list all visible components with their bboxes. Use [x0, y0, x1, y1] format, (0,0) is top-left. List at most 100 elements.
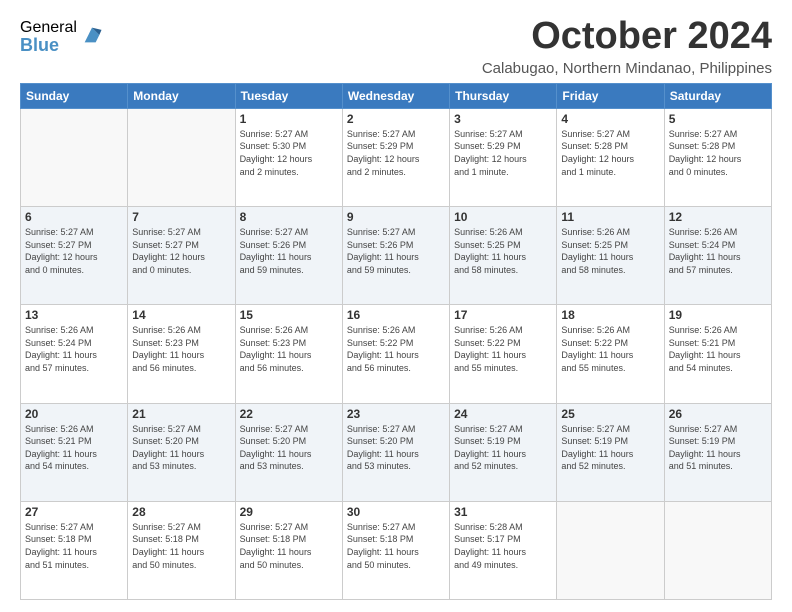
day-number: 31: [454, 505, 552, 519]
day-number: 15: [240, 308, 338, 322]
calendar-day-cell: 27 Sunrise: 5:27 AM Sunset: 5:18 PM Dayli…: [21, 501, 128, 599]
day-info: Sunrise: 5:26 AM Sunset: 5:22 PM Dayligh…: [347, 324, 445, 374]
calendar-day-cell: 22 Sunrise: 5:27 AM Sunset: 5:20 PM Dayli…: [235, 403, 342, 501]
calendar-day-cell: 7 Sunrise: 5:27 AM Sunset: 5:27 PM Daylig…: [128, 207, 235, 305]
calendar-table: SundayMondayTuesdayWednesdayThursdayFrid…: [20, 83, 772, 600]
logo-icon: [81, 24, 103, 46]
day-info: Sunrise: 5:26 AM Sunset: 5:23 PM Dayligh…: [240, 324, 338, 374]
weekday-header-friday: Friday: [557, 83, 664, 108]
day-info: Sunrise: 5:27 AM Sunset: 5:19 PM Dayligh…: [669, 423, 767, 473]
calendar-day-cell: 30 Sunrise: 5:27 AM Sunset: 5:18 PM Dayli…: [342, 501, 449, 599]
weekday-header-wednesday: Wednesday: [342, 83, 449, 108]
calendar-day-cell: 21 Sunrise: 5:27 AM Sunset: 5:20 PM Dayli…: [128, 403, 235, 501]
day-info: Sunrise: 5:26 AM Sunset: 5:22 PM Dayligh…: [561, 324, 659, 374]
calendar-day-cell: 18 Sunrise: 5:26 AM Sunset: 5:22 PM Dayli…: [557, 305, 664, 403]
day-number: 3: [454, 112, 552, 126]
day-number: 22: [240, 407, 338, 421]
calendar-day-cell: 11Sunrise: 5:26 AM Sunset: 5:25 PM Dayli…: [557, 207, 664, 305]
day-info: Sunrise: 5:26 AM Sunset: 5:25 PM Dayligh…: [561, 226, 659, 276]
page: General Blue October 2024 Calabugao, Nor…: [0, 0, 792, 612]
day-number: 1: [240, 112, 338, 126]
day-number: 18: [561, 308, 659, 322]
day-info: Sunrise: 5:27 AM Sunset: 5:20 PM Dayligh…: [132, 423, 230, 473]
day-number: 25: [561, 407, 659, 421]
month-title: October 2024: [482, 16, 772, 58]
day-number: 21: [132, 407, 230, 421]
calendar-day-cell: 29 Sunrise: 5:27 AM Sunset: 5:18 PM Dayli…: [235, 501, 342, 599]
calendar-day-cell: 26Sunrise: 5:27 AM Sunset: 5:19 PM Dayli…: [664, 403, 771, 501]
weekday-header-tuesday: Tuesday: [235, 83, 342, 108]
calendar-day-cell: 8Sunrise: 5:27 AM Sunset: 5:26 PM Daylig…: [235, 207, 342, 305]
day-number: 24: [454, 407, 552, 421]
calendar-week-row: 6 Sunrise: 5:27 AM Sunset: 5:27 PM Daylig…: [21, 207, 772, 305]
weekday-header-sunday: Sunday: [21, 83, 128, 108]
day-number: 16: [347, 308, 445, 322]
day-info: Sunrise: 5:27 AM Sunset: 5:27 PM Dayligh…: [25, 226, 123, 276]
calendar-day-cell: 3Sunrise: 5:27 AM Sunset: 5:29 PM Daylig…: [450, 108, 557, 206]
calendar-day-cell: 9 Sunrise: 5:27 AM Sunset: 5:26 PM Daylig…: [342, 207, 449, 305]
day-number: 14: [132, 308, 230, 322]
calendar-day-cell: 15 Sunrise: 5:26 AM Sunset: 5:23 PM Dayli…: [235, 305, 342, 403]
weekday-header-saturday: Saturday: [664, 83, 771, 108]
weekday-header-thursday: Thursday: [450, 83, 557, 108]
calendar-day-cell: 5Sunrise: 5:27 AM Sunset: 5:28 PM Daylig…: [664, 108, 771, 206]
day-info: Sunrise: 5:27 AM Sunset: 5:29 PM Dayligh…: [347, 128, 445, 178]
day-number: 6: [25, 210, 123, 224]
calendar-day-cell: [128, 108, 235, 206]
day-number: 9: [347, 210, 445, 224]
calendar-day-cell: 31 Sunrise: 5:28 AM Sunset: 5:17 PM Dayli…: [450, 501, 557, 599]
calendar-day-cell: 12 Sunrise: 5:26 AM Sunset: 5:24 PM Dayli…: [664, 207, 771, 305]
day-number: 30: [347, 505, 445, 519]
day-number: 20: [25, 407, 123, 421]
day-number: 19: [669, 308, 767, 322]
day-info: Sunrise: 5:27 AM Sunset: 5:27 PM Dayligh…: [132, 226, 230, 276]
weekday-header-row: SundayMondayTuesdayWednesdayThursdayFrid…: [21, 83, 772, 108]
day-info: Sunrise: 5:27 AM Sunset: 5:28 PM Dayligh…: [669, 128, 767, 178]
calendar-week-row: 27 Sunrise: 5:27 AM Sunset: 5:18 PM Dayli…: [21, 501, 772, 599]
location-subtitle: Calabugao, Northern Mindanao, Philippine…: [482, 60, 772, 77]
calendar-day-cell: 1 Sunrise: 5:27 AM Sunset: 5:30 PM Daylig…: [235, 108, 342, 206]
logo-text: General Blue: [20, 20, 77, 54]
day-info: Sunrise: 5:27 AM Sunset: 5:20 PM Dayligh…: [240, 423, 338, 473]
day-number: 23: [347, 407, 445, 421]
day-info: Sunrise: 5:27 AM Sunset: 5:28 PM Dayligh…: [561, 128, 659, 178]
day-info: Sunrise: 5:26 AM Sunset: 5:23 PM Dayligh…: [132, 324, 230, 374]
day-info: Sunrise: 5:27 AM Sunset: 5:18 PM Dayligh…: [347, 521, 445, 571]
day-number: 8: [240, 210, 338, 224]
day-info: Sunrise: 5:26 AM Sunset: 5:22 PM Dayligh…: [454, 324, 552, 374]
day-number: 29: [240, 505, 338, 519]
day-info: Sunrise: 5:27 AM Sunset: 5:26 PM Dayligh…: [347, 226, 445, 276]
day-info: Sunrise: 5:26 AM Sunset: 5:24 PM Dayligh…: [669, 226, 767, 276]
calendar-day-cell: 28Sunrise: 5:27 AM Sunset: 5:18 PM Dayli…: [128, 501, 235, 599]
day-info: Sunrise: 5:27 AM Sunset: 5:18 PM Dayligh…: [25, 521, 123, 571]
day-info: Sunrise: 5:27 AM Sunset: 5:30 PM Dayligh…: [240, 128, 338, 178]
day-number: 12: [669, 210, 767, 224]
calendar-day-cell: 16 Sunrise: 5:26 AM Sunset: 5:22 PM Dayli…: [342, 305, 449, 403]
calendar-day-cell: 2Sunrise: 5:27 AM Sunset: 5:29 PM Daylig…: [342, 108, 449, 206]
calendar-day-cell: [21, 108, 128, 206]
day-info: Sunrise: 5:26 AM Sunset: 5:25 PM Dayligh…: [454, 226, 552, 276]
calendar-day-cell: 23 Sunrise: 5:27 AM Sunset: 5:20 PM Dayli…: [342, 403, 449, 501]
weekday-header-monday: Monday: [128, 83, 235, 108]
day-info: Sunrise: 5:26 AM Sunset: 5:24 PM Dayligh…: [25, 324, 123, 374]
day-number: 10: [454, 210, 552, 224]
day-number: 27: [25, 505, 123, 519]
calendar-day-cell: 10 Sunrise: 5:26 AM Sunset: 5:25 PM Dayli…: [450, 207, 557, 305]
logo-blue: Blue: [20, 36, 77, 54]
day-info: Sunrise: 5:27 AM Sunset: 5:20 PM Dayligh…: [347, 423, 445, 473]
calendar-day-cell: 25Sunrise: 5:27 AM Sunset: 5:19 PM Dayli…: [557, 403, 664, 501]
day-number: 7: [132, 210, 230, 224]
day-info: Sunrise: 5:27 AM Sunset: 5:18 PM Dayligh…: [132, 521, 230, 571]
day-info: Sunrise: 5:27 AM Sunset: 5:18 PM Dayligh…: [240, 521, 338, 571]
logo-general: General: [20, 20, 77, 36]
day-info: Sunrise: 5:28 AM Sunset: 5:17 PM Dayligh…: [454, 521, 552, 571]
calendar-day-cell: 4 Sunrise: 5:27 AM Sunset: 5:28 PM Daylig…: [557, 108, 664, 206]
day-number: 4: [561, 112, 659, 126]
calendar-day-cell: [557, 501, 664, 599]
day-info: Sunrise: 5:26 AM Sunset: 5:21 PM Dayligh…: [669, 324, 767, 374]
day-number: 13: [25, 308, 123, 322]
calendar-week-row: 1 Sunrise: 5:27 AM Sunset: 5:30 PM Daylig…: [21, 108, 772, 206]
day-info: Sunrise: 5:26 AM Sunset: 5:21 PM Dayligh…: [25, 423, 123, 473]
calendar-week-row: 20 Sunrise: 5:26 AM Sunset: 5:21 PM Dayli…: [21, 403, 772, 501]
calendar-day-cell: 20 Sunrise: 5:26 AM Sunset: 5:21 PM Dayli…: [21, 403, 128, 501]
